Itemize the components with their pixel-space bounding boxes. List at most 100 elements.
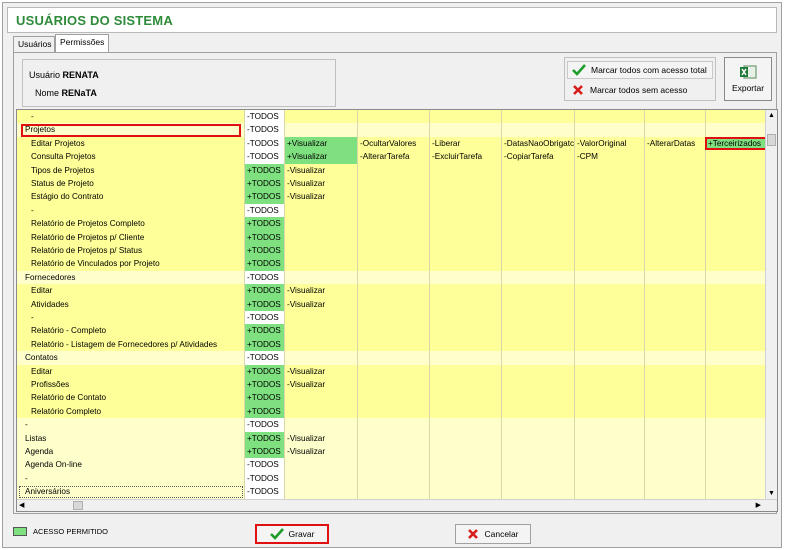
permission-cell[interactable] [358,123,430,137]
permission-cell[interactable] [575,190,645,204]
permission-cell[interactable] [645,485,706,499]
permission-cell[interactable] [430,324,502,338]
permission-cell[interactable] [285,311,358,325]
todos-cell[interactable]: +TODOS [245,445,285,459]
permission-cell[interactable]: -ExcluirTarefa [430,150,502,164]
permission-cell[interactable] [575,324,645,338]
permission-cell[interactable] [358,458,430,472]
permission-cell[interactable] [430,485,502,499]
permission-cell[interactable] [645,471,706,486]
permission-cell[interactable] [285,110,358,124]
permission-cell[interactable] [502,485,575,499]
tab-usuarios[interactable]: Usuários [13,36,55,52]
permission-cell[interactable] [358,351,430,365]
permission-cell[interactable] [430,230,502,244]
permissions-grid[interactable]: - -TODOS Projetos -TODOS Editar Projetos -TOD… [16,109,778,512]
table-row[interactable]: Relatório Completo +TODOS [17,404,777,419]
permission-cell[interactable] [645,297,706,311]
permission-cell[interactable] [358,217,430,231]
todos-cell[interactable]: -TODOS [245,150,285,164]
permission-cell[interactable] [502,203,575,218]
mark-all-no-access-button[interactable]: Marcar todos sem acesso [567,81,713,99]
permission-cell[interactable] [502,378,575,392]
todos-cell[interactable]: +TODOS [245,404,285,419]
permission-cell[interactable] [575,404,645,419]
permission-cell[interactable] [285,244,358,258]
permission-cell[interactable] [645,458,706,472]
permission-cell[interactable] [358,110,430,124]
table-row[interactable]: Relatório de Projetos Completo +TODOS [17,217,777,231]
scroll-down-icon[interactable]: ▼ [768,490,775,497]
permission-cell[interactable]: -Visualizar [285,163,358,177]
permission-cell[interactable] [645,378,706,392]
permission-cell[interactable] [645,404,706,419]
permission-cell[interactable]: -AlterarTarefa [358,150,430,164]
todos-cell[interactable]: +TODOS [245,190,285,204]
permission-cell[interactable] [645,324,706,338]
permission-cell[interactable] [358,311,430,325]
permission-cell[interactable] [575,458,645,472]
permission-cell[interactable] [285,351,358,365]
table-row[interactable]: Relatório de Contato +TODOS [17,391,777,405]
permission-cell[interactable] [502,217,575,231]
permission-cell[interactable] [358,163,430,177]
permission-cell[interactable]: -DatasNaoObrigatc [502,136,575,151]
permission-cell[interactable] [285,485,358,499]
table-row[interactable]: Fornecedores -TODOS [17,270,777,285]
todos-cell[interactable]: +TODOS [245,257,285,271]
permission-cell[interactable] [575,485,645,499]
permission-cell[interactable] [285,217,358,231]
vertical-scrollbar[interactable]: ▲ ▼ [765,110,777,499]
permission-cell[interactable]: -Visualizar [285,177,358,191]
permission-cell[interactable] [285,418,358,432]
permission-cell[interactable] [502,445,575,459]
hscroll-thumb[interactable] [73,501,83,510]
permission-cell[interactable] [358,230,430,244]
permission-cell[interactable] [645,177,706,191]
permission-cell[interactable] [358,284,430,298]
permission-cell[interactable] [575,270,645,285]
permission-cell[interactable] [575,230,645,244]
permission-cell[interactable] [430,217,502,231]
table-row[interactable]: Agenda On-line -TODOS [17,458,777,472]
permission-cell[interactable] [358,445,430,459]
permission-cell[interactable] [285,471,358,486]
permission-cell[interactable] [502,163,575,177]
todos-cell[interactable]: +TODOS [245,324,285,338]
permission-cell[interactable] [285,458,358,472]
permission-cell[interactable] [502,311,575,325]
todos-cell[interactable]: +TODOS [245,230,285,244]
permission-cell[interactable] [358,471,430,486]
table-row[interactable]: Relatório de Projetos p/ Cliente +TODOS [17,230,777,244]
permission-cell[interactable] [430,351,502,365]
permission-cell[interactable] [502,324,575,338]
permission-cell[interactable] [430,163,502,177]
permission-cell[interactable] [358,177,430,191]
permission-cell[interactable]: -Liberar [430,136,502,151]
permission-cell[interactable] [575,471,645,486]
todos-cell[interactable]: -TODOS [245,485,285,499]
permission-cell[interactable] [285,203,358,218]
permission-cell[interactable] [285,391,358,405]
permission-cell[interactable] [575,203,645,218]
permission-cell[interactable] [575,284,645,298]
permission-cell[interactable] [502,471,575,486]
permission-cell[interactable] [645,284,706,298]
permission-cell[interactable] [430,284,502,298]
permission-cell[interactable] [502,177,575,191]
permission-cell[interactable] [575,391,645,405]
permission-cell[interactable] [285,337,358,352]
permission-cell[interactable] [430,471,502,486]
permission-cell[interactable] [575,445,645,459]
scroll-right-icon[interactable]: ▶ [756,501,761,509]
todos-cell[interactable]: -TODOS [245,203,285,218]
permission-cell[interactable] [502,431,575,445]
permission-cell[interactable]: -OcultarValores [358,136,430,151]
permission-cell[interactable]: -Visualizar [285,284,358,298]
scroll-left-icon[interactable]: ◀ [19,501,24,509]
todos-cell[interactable]: +TODOS [245,431,285,445]
permission-cell[interactable] [645,244,706,258]
permission-cell[interactable] [358,190,430,204]
permission-cell[interactable] [575,351,645,365]
permission-cell[interactable] [502,391,575,405]
